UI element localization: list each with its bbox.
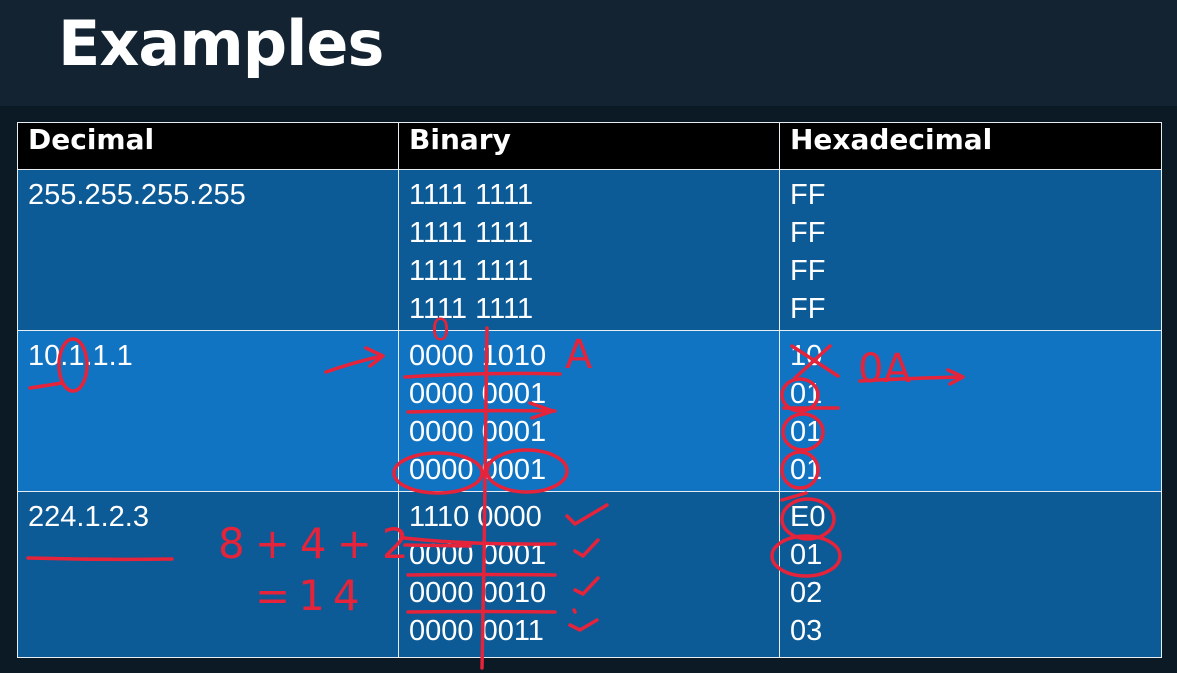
binary-octet: 0000 0001 bbox=[409, 454, 547, 486]
table-header-row: Decimal Binary Hexadecimal bbox=[17, 122, 1162, 170]
binary-octet: 1111 1111 bbox=[409, 179, 534, 211]
column-header-hexadecimal: Hexadecimal bbox=[779, 122, 1162, 170]
decimal-value: 224.1.2.3 bbox=[28, 501, 149, 533]
hex-byte: FF bbox=[790, 293, 826, 325]
decimal-cell: 10.1.1.1 bbox=[17, 330, 399, 492]
page-title: Examples bbox=[58, 7, 384, 80]
conversion-table-container: Decimal Binary Hexadecimal 255.255.255.2… bbox=[17, 122, 1162, 658]
column-header-decimal: Decimal bbox=[17, 122, 399, 170]
hex-cell: 10 01 01 01 bbox=[779, 330, 1162, 492]
hex-cell: E0 01 02 03 bbox=[779, 491, 1162, 658]
table-row: 10.1.1.1 0000 1010 0000 0001 0000 0001 0… bbox=[17, 330, 1162, 492]
decimal-cell: 255.255.255.255 bbox=[17, 169, 399, 331]
hex-byte: 01 bbox=[790, 539, 823, 571]
decimal-value: 10.1.1.1 bbox=[28, 340, 133, 372]
binary-octet: 0000 0001 bbox=[409, 378, 547, 410]
decimal-value: 255.255.255.255 bbox=[28, 179, 246, 211]
binary-octet: 1111 1111 bbox=[409, 255, 534, 287]
hex-byte: FF bbox=[790, 217, 826, 249]
decimal-cell: 224.1.2.3 bbox=[17, 491, 399, 658]
binary-cell: 1111 1111 1111 1111 1111 1111 1111 1111 bbox=[398, 169, 780, 331]
table-row: 224.1.2.3 1110 0000 0000 0001 0000 0010 … bbox=[17, 491, 1162, 658]
hex-byte: 01 bbox=[790, 416, 823, 448]
hex-byte: 02 bbox=[790, 577, 823, 609]
binary-octet: 1111 1111 bbox=[409, 217, 534, 249]
column-header-binary: Binary bbox=[398, 122, 780, 170]
table-row: 255.255.255.255 1111 1111 1111 1111 1111… bbox=[17, 169, 1162, 331]
binary-octet: 1111 1111 bbox=[409, 293, 534, 325]
hex-byte: FF bbox=[790, 179, 826, 211]
hex-cell: FF FF FF FF bbox=[779, 169, 1162, 331]
binary-octet: 0000 1010 bbox=[409, 340, 547, 372]
binary-octet: 1110 0000 bbox=[409, 501, 542, 533]
title-bar: Examples bbox=[0, 0, 1177, 106]
hex-byte: 01 bbox=[790, 454, 823, 486]
binary-cell: 0000 1010 0000 0001 0000 0001 0000 0001 bbox=[398, 330, 780, 492]
binary-octet: 0000 0011 bbox=[409, 615, 544, 647]
conversion-table: Decimal Binary Hexadecimal 255.255.255.2… bbox=[17, 122, 1162, 658]
hex-byte: FF bbox=[790, 255, 826, 287]
hex-byte: 01 bbox=[790, 378, 823, 410]
binary-octet: 0000 0010 bbox=[409, 577, 547, 609]
binary-cell: 1110 0000 0000 0001 0000 0010 0000 0011 bbox=[398, 491, 780, 658]
hex-byte: 03 bbox=[790, 615, 823, 647]
binary-octet: 0000 0001 bbox=[409, 539, 547, 571]
hex-byte: E0 bbox=[790, 501, 826, 533]
binary-octet: 0000 0001 bbox=[409, 416, 547, 448]
hex-byte: 10 bbox=[790, 340, 823, 372]
